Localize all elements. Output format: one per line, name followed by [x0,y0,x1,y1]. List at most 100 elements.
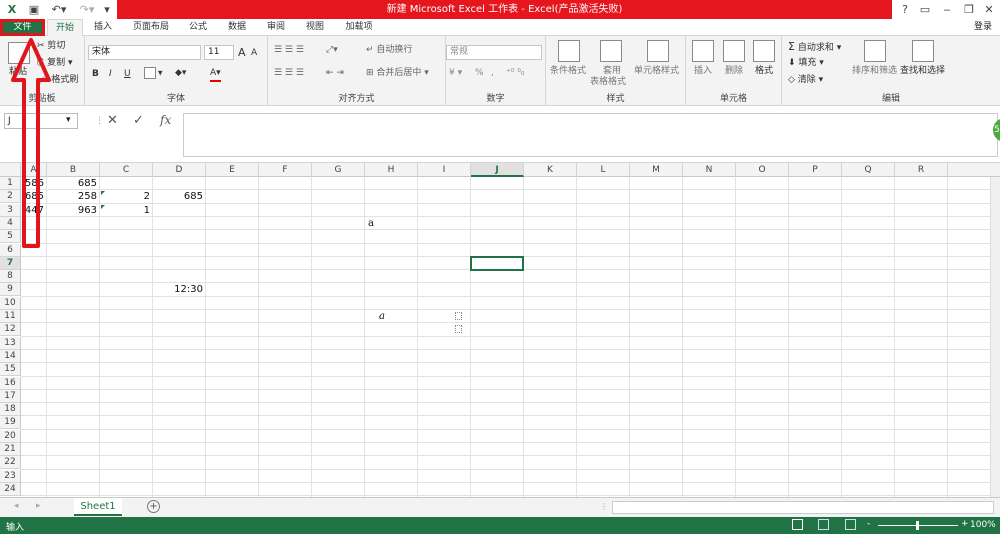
cell-h4[interactable]: a [365,217,418,230]
cell-c2[interactable]: 2 [100,190,153,203]
tab-split-handle[interactable]: ⋮ [600,502,608,513]
row-header-19[interactable]: 19 [0,416,21,429]
row-header-11[interactable]: 11 [0,310,21,323]
page-break-view-icon[interactable] [845,519,856,530]
zoom-in-button[interactable]: + [961,519,969,529]
bold-button[interactable]: B [92,68,99,81]
borders-button[interactable]: ▾ [144,67,163,81]
font-name-select[interactable]: 宋体 [88,45,201,60]
prev-sheet-icon[interactable]: ◂ [14,501,19,511]
enter-entry-icon[interactable]: ✓ [133,113,144,128]
cell-d2[interactable]: 685 [153,190,206,203]
column-header-e[interactable]: E [206,163,259,177]
formula-input[interactable] [183,113,998,157]
column-header-j[interactable]: J [471,163,524,177]
next-sheet-icon[interactable]: ▸ [36,501,41,511]
row-header-13[interactable]: 13 [0,337,21,350]
column-header-m[interactable]: M [630,163,683,177]
italic-button[interactable]: I [109,68,112,81]
cell-c3[interactable]: 1 [100,204,153,217]
number-format-select[interactable]: 常规 [446,45,542,60]
decimal-buttons[interactable]: ⁺⁰ ⁰₀ [506,67,524,80]
page-layout-view-icon[interactable] [818,519,829,530]
sort-filter-button[interactable]: 排序和筛选 [852,65,897,78]
format-cells-icon[interactable] [753,40,775,62]
active-cell-selection[interactable] [470,256,524,271]
column-header-k[interactable]: K [524,163,577,177]
column-header-p[interactable]: P [789,163,842,177]
conditional-format-button[interactable]: 条件格式 [550,65,586,78]
help-button[interactable]: ? [895,2,915,17]
table-format-icon[interactable] [600,40,622,62]
horizontal-scrollbar[interactable] [612,501,994,514]
row-header-8[interactable]: 8 [0,270,21,283]
column-header-g[interactable]: G [312,163,365,177]
column-header-q[interactable]: Q [842,163,895,177]
tab-view[interactable]: 视图 [300,19,330,36]
shrink-font-button[interactable]: A [251,47,257,60]
insert-cells-button[interactable]: 插入 [694,65,712,78]
cancel-entry-icon[interactable]: ✕ [107,113,118,128]
error-indicator-icon[interactable] [101,191,105,195]
orientation-icon[interactable]: ⤢▾ [326,44,338,57]
insert-function-icon[interactable]: fx [160,113,171,127]
format-cells-button[interactable]: 格式 [755,65,773,78]
clear-button[interactable]: ◇ 清除 ▾ [788,74,823,87]
delete-cells-icon[interactable] [723,40,745,62]
row-header-15[interactable]: 15 [0,363,21,376]
close-icon[interactable]: ✕ [979,2,999,17]
conditional-format-icon[interactable] [558,40,580,62]
customize-qat-icon[interactable]: ▾ [100,2,114,17]
align-left-icon[interactable]: ☰ ☰ ☰ [274,67,304,80]
tab-review[interactable]: 审阅 [261,19,291,36]
autosum-button[interactable]: Σ 自动求和 ▾ [788,40,841,55]
cell-styles-button[interactable]: 单元格样式 [634,65,679,78]
undo-icon[interactable]: ↶▾ [48,2,70,17]
wrap-text-button[interactable]: ↵ 自动换行 [366,44,412,57]
worksheet-grid[interactable]: 1 2 3 4 5 6 7 8 9 10 11 12 13 14 15 16 17 18 19 20 21 22 23 24 5… [0,177,1000,497]
align-top-icon[interactable]: ☰ ☰ ☰ [274,44,304,57]
binoculars-icon[interactable] [912,40,934,62]
fill-color-button[interactable]: ◆▾ [175,67,186,80]
column-header-o[interactable]: O [736,163,789,177]
row-header-16[interactable]: 16 [0,377,21,390]
tab-data[interactable]: 数据 [222,19,252,36]
sheet-tab-sheet1[interactable]: Sheet1 [74,498,122,516]
row-header-9[interactable]: 9 [0,283,21,296]
row-header-24[interactable]: 24 [0,483,21,496]
underline-button[interactable]: U [124,68,131,81]
row-header-23[interactable]: 23 [0,470,21,483]
tab-home[interactable]: 开始 [47,19,83,36]
fill-button[interactable]: ⬇ 填充 ▾ [788,57,824,70]
cell-h11[interactable]: a [365,310,418,323]
percent-button[interactable]: % [475,67,484,80]
column-header-n[interactable]: N [683,163,736,177]
find-select-button[interactable]: 查找和选择 [900,65,945,78]
column-header-r[interactable]: R [895,163,948,177]
sign-in-link[interactable]: 登录 [974,19,992,36]
file-tab[interactable]: 文件 [0,19,45,36]
namebox-dropdown-icon[interactable]: ▾ [66,115,71,125]
cell-d9[interactable]: 12:30 [153,283,206,296]
column-header-c[interactable]: C [100,163,153,177]
row-header-22[interactable]: 22 [0,456,21,469]
row-header-7[interactable]: 7 [0,257,21,270]
cell-styles-icon[interactable] [647,40,669,62]
delete-cells-button[interactable]: 删除 [725,65,743,78]
zoom-level[interactable]: 100% [970,520,996,530]
minimize-icon[interactable]: ‒ [937,2,957,17]
row-header-14[interactable]: 14 [0,350,21,363]
ribbon-display-icon[interactable]: ▭ [915,2,935,17]
tab-addins[interactable]: 加载项 [339,19,379,36]
tab-page-layout[interactable]: 页面布局 [128,19,174,36]
grow-font-button[interactable]: A [238,46,246,59]
row-header-17[interactable]: 17 [0,390,21,403]
row-header-20[interactable]: 20 [0,430,21,443]
indent-icon[interactable]: ⇤ ⇥ [326,67,344,80]
font-color-button[interactable]: A▾ [210,67,221,82]
insert-cells-icon[interactable] [692,40,714,62]
row-header-10[interactable]: 10 [0,297,21,310]
vertical-scrollbar[interactable] [990,177,1000,497]
tab-insert[interactable]: 插入 [88,19,118,36]
column-header-f[interactable]: F [259,163,312,177]
